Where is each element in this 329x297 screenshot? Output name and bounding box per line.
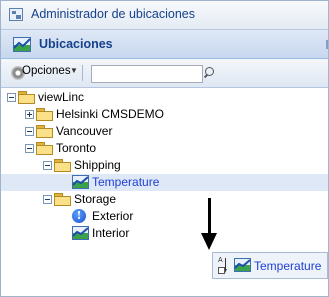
location-manager-window: Administrador de ubicaciones Ubicaciones… [0, 0, 329, 297]
tree-node-toronto[interactable]: Toronto [1, 140, 201, 157]
collapse-tool[interactable] [326, 40, 328, 49]
drag-label: Temperature [254, 259, 322, 273]
toolbar-separator [82, 65, 83, 81]
tree-node-label: Helsinki CMSDEMO [56, 107, 165, 121]
down-arrow-head [201, 233, 217, 250]
tree-node-label: Vancouver [56, 124, 113, 138]
tree-node-label: Shipping [74, 158, 121, 172]
tree-node-vancouver[interactable]: Vancouver [1, 123, 201, 140]
down-arrow-icon [208, 198, 211, 234]
tree-node-label: viewLinc [38, 90, 85, 104]
tree-node-viewlinc[interactable]: viewLinc [1, 89, 201, 106]
collapse-toggle-icon[interactable] [25, 127, 34, 136]
folder-open-icon [54, 159, 71, 172]
move-icon: A [218, 257, 230, 275]
chart-icon [72, 226, 89, 243]
locations-panel-header[interactable]: Ubicaciones [1, 30, 328, 59]
chart-icon [72, 175, 89, 192]
toolbar: Opciones ▼ [1, 59, 328, 88]
tree-node-helsinki[interactable]: Helsinki CMSDEMO [1, 106, 201, 123]
expand-toggle-icon[interactable] [25, 110, 34, 119]
tree-node-exterior[interactable]: ! Exterior [1, 208, 201, 225]
tree-node-shipping[interactable]: Shipping [1, 157, 201, 174]
tree-node-label: Exterior [92, 209, 134, 223]
tree-node-interior[interactable]: Interior [1, 225, 201, 242]
collapse-toggle-icon[interactable] [43, 161, 52, 170]
chart-icon [234, 258, 251, 275]
panel-title: Ubicaciones [39, 37, 113, 51]
options-label: Opciones [22, 65, 71, 77]
tree-node-temperature[interactable]: Temperature [1, 174, 328, 191]
search-icon[interactable] [202, 65, 216, 79]
tree-node-label: Toronto [56, 141, 97, 155]
chart-icon [13, 37, 31, 55]
tree-node-label: Storage [74, 192, 117, 206]
window-title: Administrador de ubicaciones [31, 7, 195, 21]
drag-proxy[interactable]: A Temperature [212, 252, 328, 279]
alarm-info-icon: ! [72, 209, 86, 223]
window-titlebar: Administrador de ubicaciones [1, 1, 328, 30]
tree-node-label: Temperature [92, 175, 160, 189]
search-input[interactable] [91, 65, 203, 83]
tree-node-label: Interior [92, 226, 130, 240]
folder-open-icon [36, 142, 53, 155]
folder-icon [36, 108, 53, 121]
chevron-down-icon: ▼ [70, 66, 78, 75]
folder-open-icon [18, 91, 35, 104]
collapse-toggle-icon[interactable] [25, 144, 34, 153]
location-manager-icon [9, 8, 23, 21]
folder-icon [36, 125, 53, 138]
tree-node-storage[interactable]: Storage [1, 191, 201, 208]
collapse-toggle-icon[interactable] [7, 93, 16, 102]
folder-open-icon [54, 193, 71, 206]
collapse-toggle-icon[interactable] [43, 195, 52, 204]
